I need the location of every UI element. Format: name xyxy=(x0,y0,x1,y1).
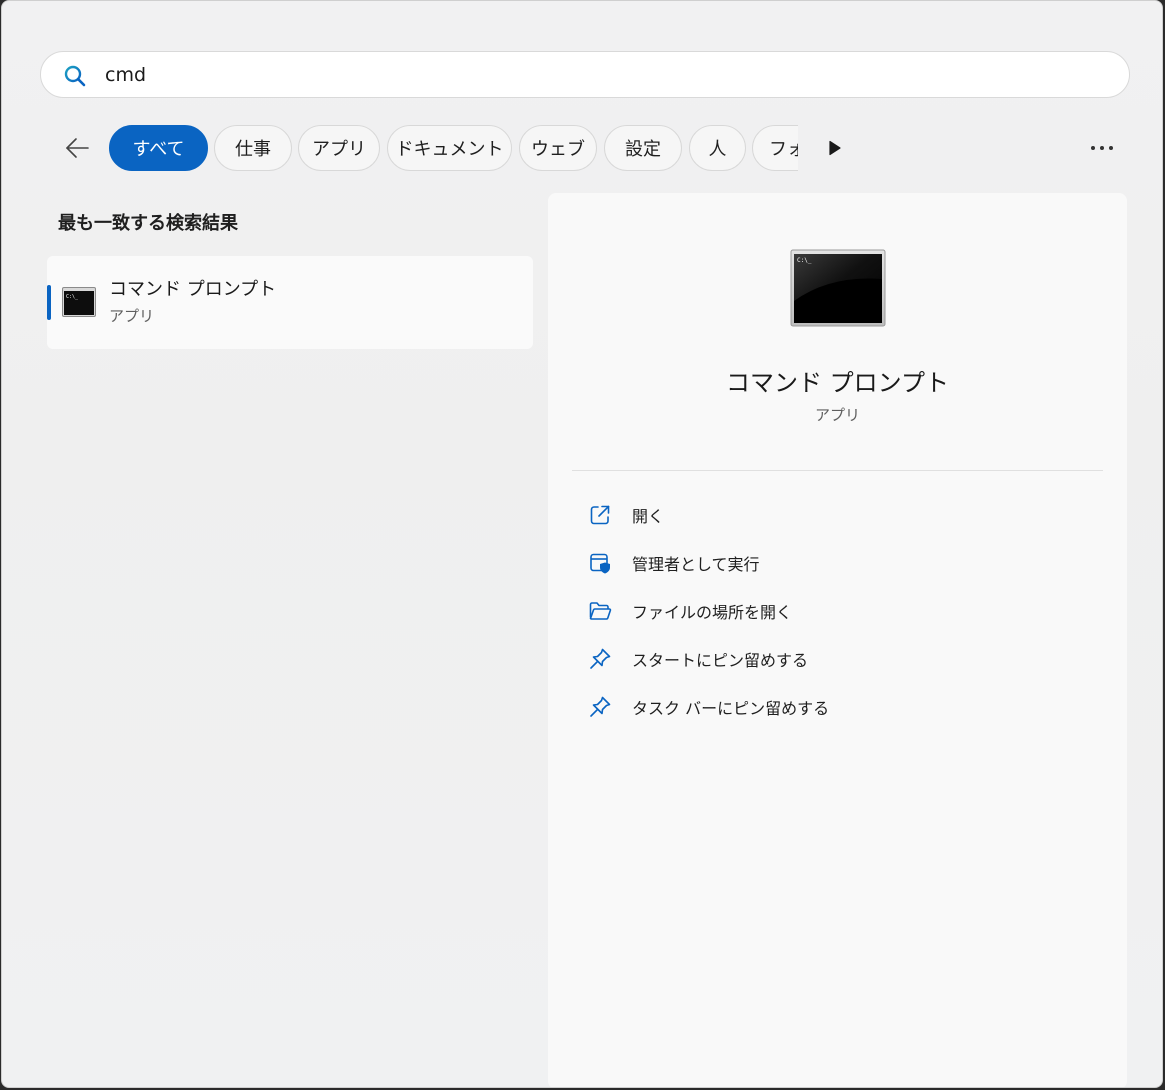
command-prompt-icon: C:\_ xyxy=(62,287,96,317)
open-external-icon xyxy=(590,505,610,525)
action-label: 管理者として実行 xyxy=(632,555,760,574)
chip-work[interactable]: 仕事 xyxy=(214,125,292,171)
action-label: ファイルの場所を開く xyxy=(632,603,793,622)
chip-documents[interactable]: ドキュメント xyxy=(387,125,512,171)
chip-apps[interactable]: アプリ xyxy=(298,125,380,171)
command-prompt-icon: C:\_ xyxy=(790,249,886,327)
search-box[interactable] xyxy=(40,51,1130,98)
more-options-button[interactable] xyxy=(1082,133,1122,163)
folder-open-icon xyxy=(589,602,612,620)
action-open[interactable]: 開く xyxy=(578,495,1098,535)
chip-scroll-right-button[interactable] xyxy=(820,135,850,161)
detail-panel: C:\_ コマンド プロンプト アプリ 開く 管理者として実行 ファイルの場所を… xyxy=(548,193,1127,1087)
filter-chips: すべて 仕事 アプリ ドキュメント ウェブ 設定 人 フォ xyxy=(108,125,798,173)
search-window: すべて 仕事 アプリ ドキュメント ウェブ 設定 人 フォ 最も一致する検索結果 xyxy=(1,0,1163,1088)
result-type: アプリ xyxy=(109,307,155,325)
svg-text:C:\_: C:\_ xyxy=(66,294,79,300)
selection-indicator xyxy=(47,285,51,320)
result-name: コマンド プロンプト xyxy=(109,279,277,300)
action-label: スタートにピン留めする xyxy=(632,651,809,670)
best-match-heading: 最も一致する検索結果 xyxy=(58,213,238,234)
detail-app-name: コマンド プロンプト xyxy=(726,369,949,397)
action-pin-to-start[interactable]: スタートにピン留めする xyxy=(578,639,1098,679)
search-icon xyxy=(64,65,86,87)
action-label: 開く xyxy=(632,507,665,526)
search-input[interactable] xyxy=(105,52,1085,97)
pin-icon xyxy=(590,696,611,717)
run-as-admin-shield-icon xyxy=(590,553,610,574)
chip-web[interactable]: ウェブ xyxy=(519,125,597,171)
filter-bar: すべて 仕事 アプリ ドキュメント ウェブ 設定 人 フォ xyxy=(2,123,1162,173)
play-right-icon xyxy=(829,140,841,156)
chip-settings[interactable]: 設定 xyxy=(604,125,682,171)
arrow-left-icon xyxy=(66,138,89,158)
back-button[interactable] xyxy=(58,129,96,167)
action-open-file-location[interactable]: ファイルの場所を開く xyxy=(578,591,1098,631)
pin-icon xyxy=(590,648,611,669)
svg-text:C:\_: C:\_ xyxy=(797,257,812,264)
chip-photos[interactable]: フォ xyxy=(752,125,798,171)
detail-app-type: アプリ xyxy=(814,406,860,424)
action-pin-to-taskbar[interactable]: タスク バーにピン留めする xyxy=(578,687,1098,727)
ellipsis-icon xyxy=(1091,146,1113,150)
action-label: タスク バーにピン留めする xyxy=(632,699,830,718)
chip-people[interactable]: 人 xyxy=(689,125,746,171)
best-match-result[interactable]: C:\_ コマンド プロンプト アプリ xyxy=(47,256,533,349)
action-run-as-admin[interactable]: 管理者として実行 xyxy=(578,543,1098,583)
chip-all[interactable]: すべて xyxy=(109,125,208,171)
divider xyxy=(572,470,1103,471)
